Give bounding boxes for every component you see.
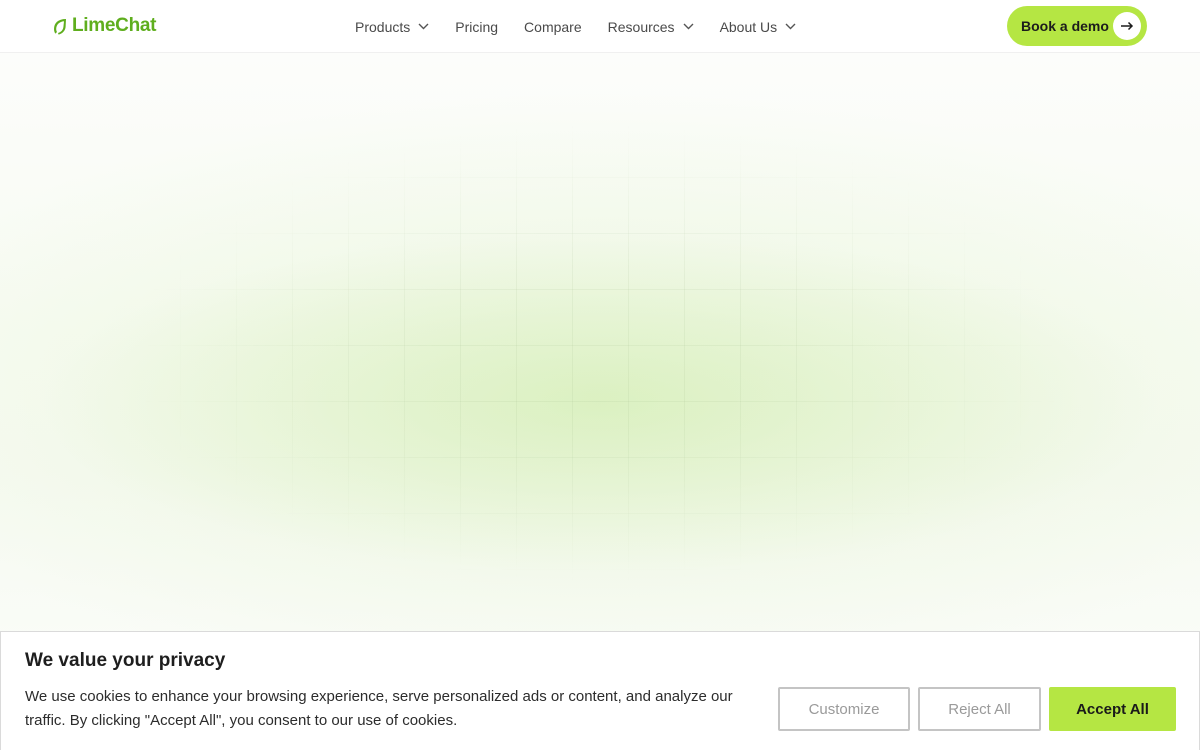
cookie-consent-banner: We value your privacy We use cookies to … bbox=[0, 631, 1200, 750]
site-header: LimeChat Products Pricing Compare Resour… bbox=[0, 0, 1200, 53]
nav-item-label: Products bbox=[355, 18, 411, 35]
nav-item-pricing[interactable]: Pricing bbox=[442, 0, 511, 53]
chevron-down-icon bbox=[683, 23, 694, 30]
chevron-down-icon bbox=[785, 23, 796, 30]
reject-all-button[interactable]: Reject All bbox=[918, 687, 1041, 731]
nav-item-about-us[interactable]: About Us bbox=[707, 0, 810, 53]
page: LimeChat Products Pricing Compare Resour… bbox=[0, 0, 1200, 750]
main-nav: Products Pricing Compare Resources About… bbox=[342, 0, 809, 53]
nav-item-resources[interactable]: Resources bbox=[595, 0, 707, 53]
accept-all-button[interactable]: Accept All bbox=[1049, 687, 1176, 731]
nav-item-compare[interactable]: Compare bbox=[511, 0, 595, 53]
nav-item-label: Compare bbox=[524, 18, 582, 35]
brand-name: LimeChat bbox=[72, 15, 157, 36]
nav-item-label: Resources bbox=[607, 18, 675, 35]
leaf-icon bbox=[52, 18, 68, 35]
chevron-down-icon bbox=[418, 23, 429, 30]
customize-button[interactable]: Customize bbox=[778, 687, 910, 731]
cookie-banner-text: We use cookies to enhance your browsing … bbox=[25, 688, 733, 729]
nav-item-products[interactable]: Products bbox=[342, 0, 442, 53]
arrow-right-icon bbox=[1113, 12, 1141, 40]
book-demo-label: Book a demo bbox=[1021, 18, 1109, 34]
brand-logo[interactable]: LimeChat bbox=[52, 14, 156, 38]
book-demo-button[interactable]: Book a demo bbox=[1007, 6, 1147, 46]
nav-item-label: About Us bbox=[719, 18, 778, 35]
nav-item-label: Pricing bbox=[455, 18, 499, 35]
cookie-banner-title: We value your privacy bbox=[25, 650, 226, 671]
